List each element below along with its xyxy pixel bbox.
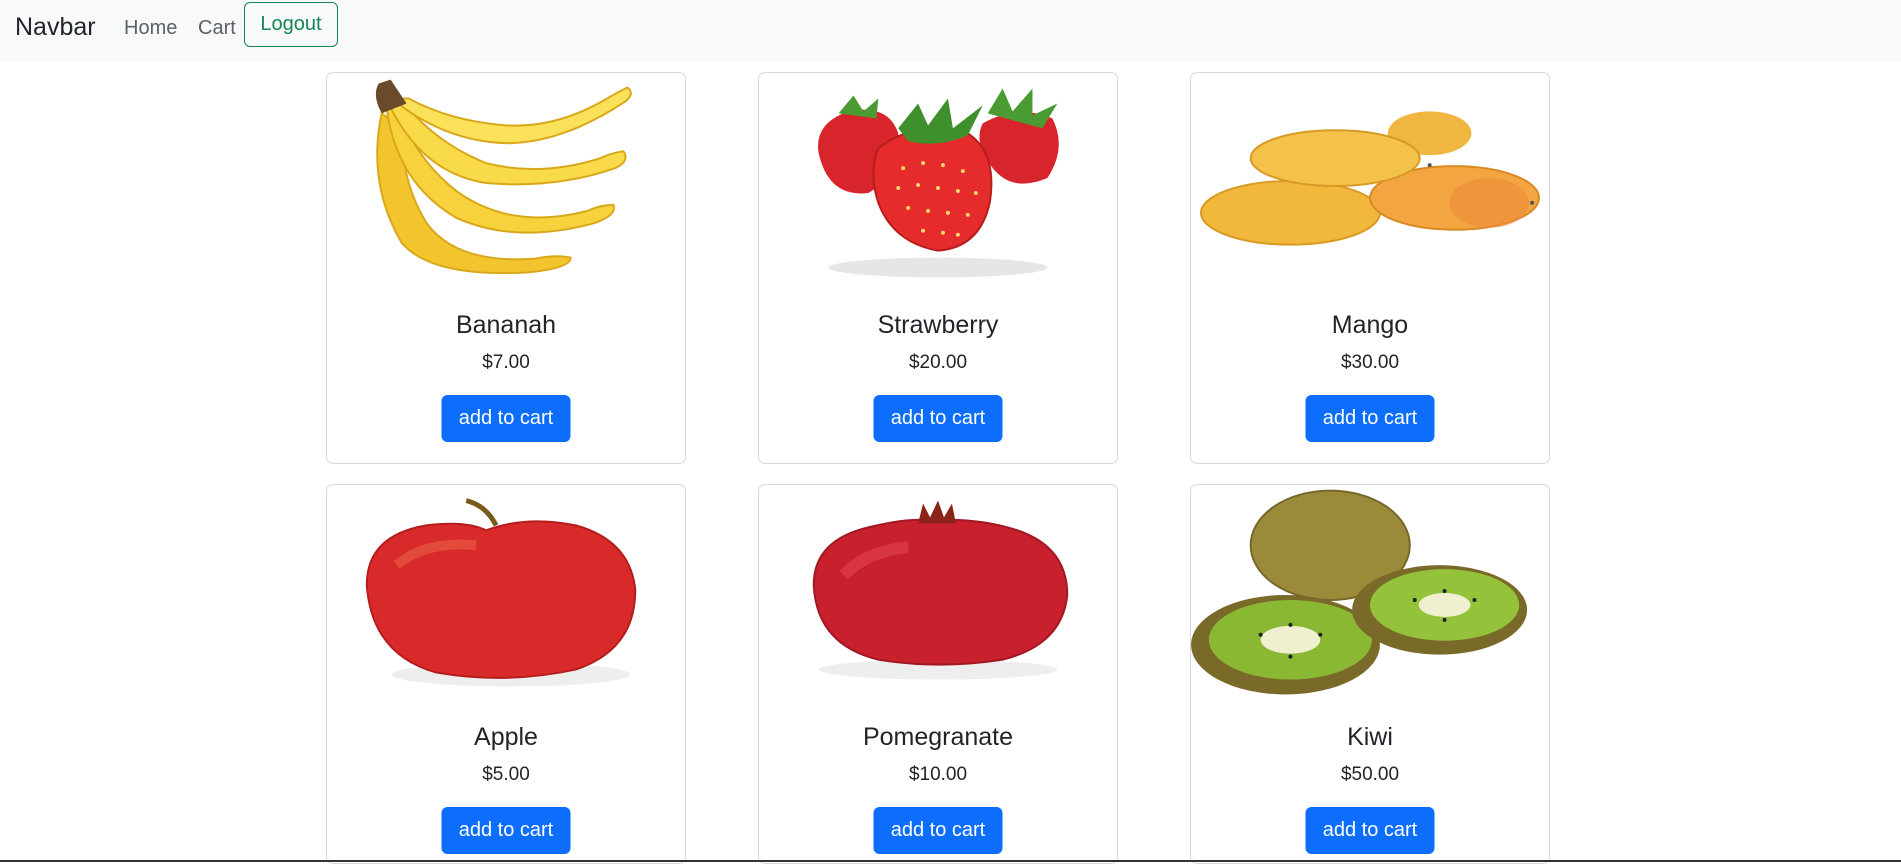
product-card: Mango $30.00 add to cart (1190, 72, 1550, 464)
add-to-cart-button[interactable]: add to cart (873, 395, 1003, 442)
product-card: Pomegranate $10.00 add to cart (758, 484, 1118, 864)
mango-image (1199, 111, 1541, 246)
strawberry-image (818, 88, 1059, 278)
add-to-cart-button[interactable]: add to cart (441, 807, 571, 854)
nav-link-cart[interactable]: Cart (198, 15, 236, 41)
kiwi-image (1191, 489, 1528, 695)
product-price: $10.00 (908, 764, 968, 785)
pomegranate-image (812, 500, 1069, 680)
apple-image (365, 498, 637, 687)
nav-link-home[interactable]: Home (124, 15, 177, 41)
product-name: Mango (1331, 311, 1409, 339)
product-price: $50.00 (1340, 764, 1400, 785)
product-name: Apple (474, 723, 538, 751)
add-to-cart-button[interactable]: add to cart (1305, 807, 1435, 854)
product-price: $7.00 (482, 352, 530, 373)
navbar: Navbar Home Cart Logout (0, 0, 1901, 62)
banana-image (375, 79, 632, 275)
product-card: Kiwi $50.00 add to cart (1190, 484, 1550, 864)
add-to-cart-button[interactable]: add to cart (873, 807, 1003, 854)
add-to-cart-button[interactable]: add to cart (441, 395, 571, 442)
product-card: Bananah $7.00 add to cart (326, 72, 686, 464)
product-name: Strawberry (877, 311, 999, 339)
product-price: $20.00 (908, 352, 968, 373)
product-name: Pomegranate (862, 723, 1014, 751)
product-price: $5.00 (482, 764, 530, 785)
product-card: Apple $5.00 add to cart (326, 484, 686, 864)
product-card: Strawberry $20.00 add to cart (758, 72, 1118, 464)
product-name: Kiwi (1347, 723, 1393, 751)
product-price: $30.00 (1340, 352, 1400, 373)
navbar-brand[interactable]: Navbar (15, 12, 96, 42)
logout-button[interactable]: Logout (244, 2, 338, 47)
product-name: Bananah (455, 311, 557, 339)
add-to-cart-button[interactable]: add to cart (1305, 395, 1435, 442)
